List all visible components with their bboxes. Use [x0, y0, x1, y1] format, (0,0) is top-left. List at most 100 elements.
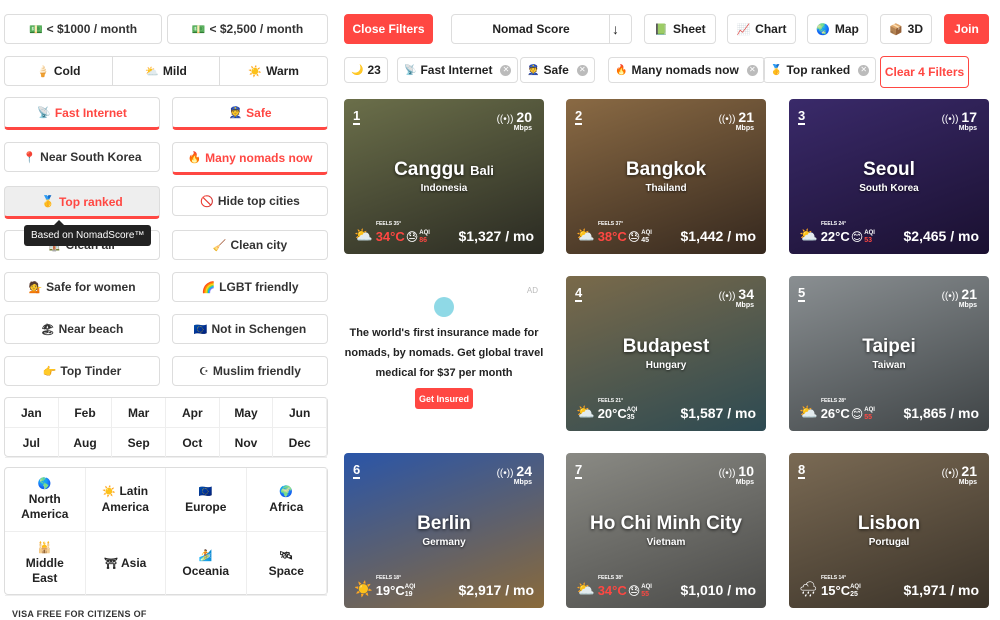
- region-africa[interactable]: 🌍 Africa: [246, 468, 327, 532]
- chip-safe[interactable]: 👮 Safe ✕: [520, 57, 595, 83]
- view-3d-button[interactable]: 📦 3D: [880, 14, 932, 44]
- city-cost: $1,327 / mo: [458, 228, 535, 244]
- filter-budget-2500[interactable]: 💵 < $2,500 / month: [167, 14, 328, 44]
- internet-speed-value: 34: [738, 286, 754, 302]
- filter-many-nomads-now[interactable]: 🔥 Many nomads now: [172, 142, 328, 175]
- filter-budget-1000[interactable]: 💵 < $1000 / month: [4, 14, 162, 44]
- city-country: Thailand: [645, 183, 687, 194]
- region-europe[interactable]: 🇪🇺 Europe: [166, 468, 247, 532]
- filter-top-ranked[interactable]: 🥇 Top ranked: [4, 186, 160, 219]
- filter-not-in-schengen[interactable]: 🇪🇺 Not in Schengen: [172, 314, 328, 344]
- city-country: Vietnam: [646, 537, 686, 548]
- filter-clean-city[interactable]: 🧹 Clean city: [172, 230, 328, 260]
- filter-top-tinder[interactable]: 👉 Top Tinder: [4, 356, 160, 386]
- city-card[interactable]: 8 ((•)) 21 Mbps Lisbon Portugal 🌧 FEELS 14° 15°C…: [789, 453, 989, 608]
- temperature: 22°C: [820, 229, 850, 244]
- city-card[interactable]: 7 ((•)) 10 Mbps Ho Chi Minh City Vietnam ⛅ FEEL…: [566, 453, 766, 608]
- pin-icon: 📍: [22, 151, 37, 164]
- region-latin-america[interactable]: ☀️ Latin America: [85, 468, 166, 532]
- wifi-icon: ((•)): [718, 468, 736, 479]
- feels-like: FEELS 18°: [376, 575, 402, 581]
- close-filters-button[interactable]: Close Filters: [344, 14, 433, 44]
- city-cost: $1,865 / mo: [903, 405, 980, 421]
- globe-americas-icon: 🌎: [37, 478, 52, 490]
- filter-safe[interactable]: 👮 Safe: [172, 97, 328, 130]
- chart-icon: 📈: [736, 23, 751, 36]
- filter-label: Safe: [246, 105, 272, 120]
- city-card[interactable]: 2 ((•)) 21 Mbps Bangkok Thailand ⛅ FEELS 37° 38°…: [566, 99, 766, 254]
- city-card[interactable]: 4 ((•)) 34 Mbps Budapest Hungary ⛅ FEELS 21° 20°…: [566, 276, 766, 431]
- city-card[interactable]: 5 ((•)) 21 Mbps Taipei Taiwan ⛅ FEELS 28° 26°C 😊 A…: [789, 276, 989, 431]
- comfort-face-icon: 😊: [850, 407, 864, 421]
- region-asia[interactable]: ⛩ Asia: [85, 532, 166, 596]
- region-space[interactable]: 🛰 Space: [246, 532, 327, 596]
- filter-safe-for-women[interactable]: 💁 Safe for women: [4, 272, 160, 302]
- city-card[interactable]: 6 ((•)) 24 Mbps Berlin Germany ☀️ FEELS 18° 19°C…: [344, 453, 544, 608]
- month-sep[interactable]: Sep: [112, 428, 166, 458]
- city-card[interactable]: 1 ((•)) 20 Mbps Canggu Bali Indonesia ⛅ FEELS 3…: [344, 99, 544, 254]
- filter-climate-warm[interactable]: ☀️ Warm: [220, 57, 327, 85]
- month-jul[interactable]: Jul: [5, 428, 59, 458]
- view-sheet-button[interactable]: 📗 Sheet: [644, 14, 716, 44]
- join-button[interactable]: Join: [944, 14, 989, 44]
- air-quality-value: 53: [864, 237, 873, 244]
- filter-climate-mild[interactable]: ⛅ Mild: [113, 57, 221, 85]
- air-quality: AQI 35: [626, 407, 638, 421]
- filter-muslim-friendly[interactable]: ☪ Muslim friendly: [172, 356, 328, 386]
- chip-many-nomads-now[interactable]: 🔥 Many nomads now ✕: [608, 57, 765, 83]
- wifi-icon: ((•)): [718, 291, 736, 302]
- internet-speed-value: 24: [516, 463, 532, 479]
- month-apr[interactable]: Apr: [166, 398, 220, 428]
- money-icon: 💵: [28, 23, 43, 36]
- internet-speed: ((•)) 17 Mbps: [942, 109, 977, 132]
- city-name-main: Canggu: [394, 159, 465, 180]
- region-oceania[interactable]: 🏄 Oceania: [166, 532, 247, 596]
- close-icon[interactable]: ✕: [576, 64, 588, 76]
- close-icon[interactable]: ✕: [500, 64, 512, 76]
- close-icon[interactable]: ✕: [746, 64, 758, 76]
- clear-filters-button[interactable]: Clear 4 Filters: [880, 56, 969, 88]
- weather-icon: ⛅: [799, 227, 818, 244]
- month-feb[interactable]: Feb: [58, 398, 113, 428]
- city-card[interactable]: 3 ((•)) 17 Mbps Seoul South Korea ⛅ FEELS 24° 22…: [789, 99, 989, 254]
- fire-icon: 🔥: [615, 64, 628, 76]
- month-oct[interactable]: Oct: [166, 428, 220, 458]
- filter-hide-top-cities[interactable]: 🚫 Hide top cities: [172, 186, 328, 216]
- satellite-icon: 🛰: [279, 549, 294, 562]
- city-cost: $1,971 / mo: [903, 582, 980, 598]
- close-icon[interactable]: ✕: [858, 64, 870, 76]
- city-country: Taiwan: [872, 360, 906, 371]
- chip-fast-internet[interactable]: 📡 Fast Internet ✕: [397, 57, 519, 83]
- wifi-icon: ((•)): [496, 114, 514, 125]
- money-icon: 💵: [191, 23, 206, 36]
- region-north-america[interactable]: 🌎 North America: [5, 468, 86, 532]
- filter-near-beach[interactable]: 🏖 Near beach: [4, 314, 160, 344]
- filter-lgbt-friendly[interactable]: 🌈 LGBT friendly: [172, 272, 328, 302]
- chip-top-ranked[interactable]: 🥇 Top ranked ✕: [763, 57, 877, 83]
- city-name-main: Taipei: [862, 336, 916, 357]
- city-rank: 4: [575, 285, 583, 302]
- month-jan[interactable]: Jan: [5, 398, 59, 428]
- region-middle-east[interactable]: 🕌 Middle East: [5, 532, 86, 596]
- filter-fast-internet[interactable]: 📡 Fast Internet: [4, 97, 160, 130]
- month-aug[interactable]: Aug: [58, 428, 113, 458]
- month-nov[interactable]: Nov: [219, 428, 274, 458]
- filter-climate-cold[interactable]: 🍦 Cold: [5, 57, 113, 85]
- month-mar[interactable]: Mar: [112, 398, 166, 428]
- month-jun[interactable]: Jun: [273, 398, 327, 428]
- month-may[interactable]: May: [219, 398, 274, 428]
- get-insured-button[interactable]: Get Insured: [415, 388, 473, 409]
- month-dec[interactable]: Dec: [273, 428, 327, 458]
- weather-icon: ☀️: [354, 581, 373, 598]
- view-map-button[interactable]: 🌏 Map: [807, 14, 868, 44]
- air-quality: AQI 19: [404, 584, 416, 598]
- internet-speed-value: 21: [738, 109, 754, 125]
- filter-near-south-korea[interactable]: 📍 Near South Korea: [4, 142, 160, 172]
- region-label: North America: [21, 492, 69, 521]
- sort-select[interactable]: Nomad Score ↓: [451, 14, 632, 44]
- chip-label: Safe: [543, 63, 569, 77]
- city-weather: ⛅ FEELS 21° 20°C AQI 35: [576, 398, 638, 421]
- city-weather: ⛅ FEELS 24° 22°C 😊 AQI 53: [799, 221, 875, 244]
- view-chart-button[interactable]: 📈 Chart: [727, 14, 796, 44]
- internet-speed: ((•)) 21 Mbps: [942, 286, 977, 309]
